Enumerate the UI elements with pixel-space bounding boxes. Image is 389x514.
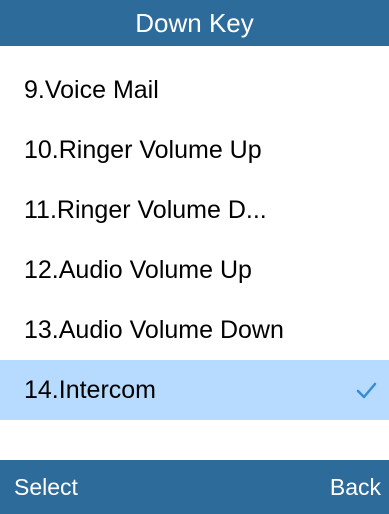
menu-item-label: 10.Ringer Volume Up [24, 135, 262, 164]
check-icon [356, 382, 377, 399]
select-softkey[interactable]: Select [14, 474, 78, 501]
page-title: Down Key [135, 7, 254, 38]
softkey-bar: Select Back [0, 460, 389, 514]
menu-item-label: 11.Ringer Volume D... [24, 195, 267, 224]
menu-item-audio-volume-down[interactable]: 13.Audio Volume Down [0, 300, 389, 360]
menu-item-label: 14.Intercom [24, 375, 157, 404]
title-bar: Down Key [0, 0, 389, 46]
menu-item-label: 12.Audio Volume Up [24, 255, 252, 284]
menu-item-label: 9.Voice Mail [24, 75, 159, 104]
menu-item-audio-volume-up[interactable]: 12.Audio Volume Up [0, 240, 389, 300]
phone-screen: Down Key 9.Voice Mail 10.Ringer Volume U… [0, 0, 389, 514]
back-softkey[interactable]: Back [330, 474, 381, 501]
menu-item-ringer-volume-down[interactable]: 11.Ringer Volume D... [0, 180, 389, 240]
menu-list: 9.Voice Mail 10.Ringer Volume Up 11.Ring… [0, 60, 389, 420]
menu-item-label: 13.Audio Volume Down [24, 315, 284, 344]
menu-item-intercom[interactable]: 14.Intercom [0, 360, 389, 420]
menu-item-voice-mail[interactable]: 9.Voice Mail [0, 60, 389, 120]
menu-item-ringer-volume-up[interactable]: 10.Ringer Volume Up [0, 120, 389, 180]
